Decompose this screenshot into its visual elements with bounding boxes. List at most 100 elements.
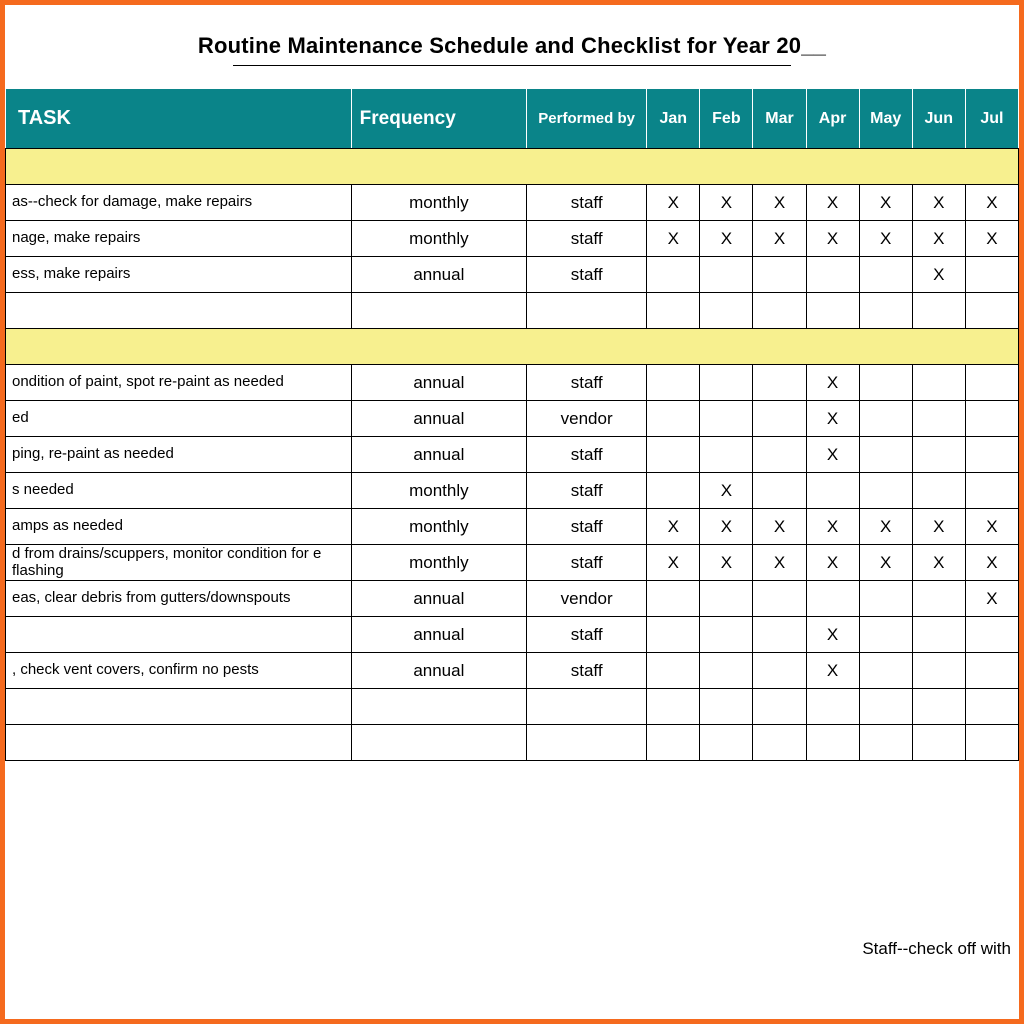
month-cell [859,581,912,617]
month-cell [700,581,753,617]
month-cell [859,437,912,473]
task-cell: as--check for damage, make repairs [6,185,352,221]
month-cell [753,689,806,725]
month-cell: X [965,509,1018,545]
month-cell [753,581,806,617]
month-cell: X [912,509,965,545]
month-cell [700,365,753,401]
frequency-cell: monthly [351,473,526,509]
table-row: edannualvendorX [6,401,1019,437]
task-cell [6,617,352,653]
month-cell [965,293,1018,329]
table-row: d from drains/scuppers, monitor conditio… [6,545,1019,581]
header-frequency: Frequency [351,89,526,149]
month-cell: X [912,257,965,293]
month-cell [647,293,700,329]
header-task: TASK [6,89,352,149]
performed-cell [527,725,647,761]
month-cell [700,689,753,725]
month-cell [965,365,1018,401]
month-cell: X [806,365,859,401]
performed-cell [527,293,647,329]
month-cell [700,257,753,293]
month-cell [912,653,965,689]
month-cell [859,401,912,437]
month-cell: X [700,509,753,545]
task-cell [6,725,352,761]
month-cell [753,473,806,509]
month-cell: X [859,545,912,581]
month-cell [700,437,753,473]
month-cell [753,293,806,329]
frequency-cell: annual [351,653,526,689]
task-cell: ondition of paint, spot re-paint as need… [6,365,352,401]
month-cell [912,437,965,473]
task-cell: , check vent covers, confirm no pests [6,653,352,689]
table-row: amps as neededmonthlystaffXXXXXXX [6,509,1019,545]
month-cell [700,653,753,689]
month-cell [965,401,1018,437]
month-cell [753,257,806,293]
month-cell: X [965,545,1018,581]
month-cell: X [700,473,753,509]
month-cell: X [806,617,859,653]
frequency-cell: monthly [351,221,526,257]
month-cell [753,437,806,473]
task-cell: ess, make repairs [6,257,352,293]
performed-cell: staff [527,473,647,509]
task-cell: eas, clear debris from gutters/downspout… [6,581,352,617]
month-cell [806,473,859,509]
month-cell [912,689,965,725]
month-cell [859,293,912,329]
month-cell: X [965,221,1018,257]
month-cell [912,581,965,617]
task-cell: s needed [6,473,352,509]
frequency-cell: annual [351,365,526,401]
performed-cell: staff [527,185,647,221]
title-underline [233,65,791,66]
frequency-cell: annual [351,257,526,293]
month-cell: X [647,185,700,221]
performed-cell: staff [527,257,647,293]
month-cell [912,725,965,761]
performed-cell: staff [527,653,647,689]
task-cell: amps as needed [6,509,352,545]
month-cell [647,617,700,653]
task-cell: nage, make repairs [6,221,352,257]
table-row: eas, clear debris from gutters/downspout… [6,581,1019,617]
performed-cell [527,689,647,725]
month-cell [859,653,912,689]
month-cell: X [700,185,753,221]
month-cell [965,257,1018,293]
month-cell [647,257,700,293]
month-cell: X [753,221,806,257]
month-cell [965,473,1018,509]
month-cell [912,365,965,401]
month-cell [753,725,806,761]
month-cell: X [806,185,859,221]
task-cell: ping, re-paint as needed [6,437,352,473]
month-cell [912,293,965,329]
table-row [6,293,1019,329]
month-cell: X [912,545,965,581]
month-cell [859,365,912,401]
header-month: Mar [753,89,806,149]
month-cell [912,473,965,509]
month-cell [859,257,912,293]
month-cell [647,401,700,437]
table-row: as--check for damage, make repairsmonthl… [6,185,1019,221]
month-cell [965,437,1018,473]
frequency-cell: monthly [351,545,526,581]
month-cell: X [859,509,912,545]
month-cell [859,689,912,725]
month-cell [806,257,859,293]
month-cell: X [859,221,912,257]
section-band [6,149,1019,185]
month-cell [753,401,806,437]
table-row [6,689,1019,725]
month-cell [753,617,806,653]
header-month: May [859,89,912,149]
table-row: ondition of paint, spot re-paint as need… [6,365,1019,401]
table-row: nage, make repairsmonthlystaffXXXXXXX [6,221,1019,257]
header-row: TASK Frequency Performed by Jan Feb Mar … [6,89,1019,149]
